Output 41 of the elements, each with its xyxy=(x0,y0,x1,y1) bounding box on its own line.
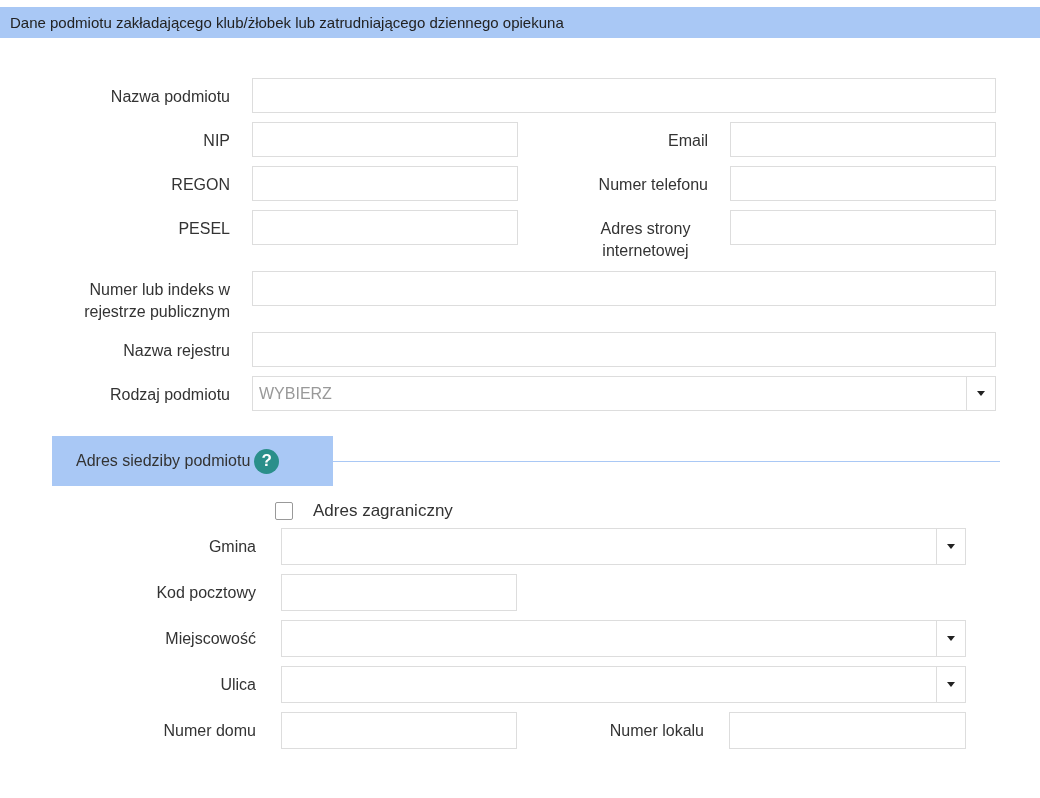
field-label: Adres strony internetowej xyxy=(599,219,692,261)
input-field[interactable] xyxy=(730,166,996,201)
field-label: Miejscowość xyxy=(165,629,256,649)
input-field[interactable] xyxy=(252,210,518,245)
input-field[interactable] xyxy=(252,271,996,306)
field-label: Numer lub indeks w rejestrze publicznym xyxy=(83,280,230,322)
input-field[interactable] xyxy=(729,712,966,749)
field-label: Nazwa rejestru xyxy=(123,341,230,361)
section-title: Dane podmiotu zakładającego klub/żłobek lub zatrudniającego dziennego opiekuna xyxy=(10,14,564,31)
input-field[interactable] xyxy=(281,712,517,749)
field-label: Nazwa podmiotu xyxy=(110,87,230,107)
dropdown-field[interactable] xyxy=(281,620,966,657)
field-label: Email xyxy=(668,131,708,151)
caret-icon xyxy=(947,636,955,641)
dropdown-field[interactable] xyxy=(281,528,966,565)
input-field[interactable] xyxy=(252,332,996,367)
field-label: Gmina xyxy=(208,537,256,557)
field-label: NIP xyxy=(203,131,230,151)
field-label: PESEL xyxy=(178,219,230,239)
field-label: Kod pocztowy xyxy=(156,583,256,603)
field-label: Rodzaj podmiotu xyxy=(109,385,230,405)
input-field[interactable] xyxy=(252,78,996,113)
help-icon[interactable]: ? xyxy=(254,448,280,474)
input-field[interactable] xyxy=(730,210,996,245)
input-field[interactable] xyxy=(252,166,518,201)
field-label: Numer telefonu xyxy=(598,175,708,195)
input-field[interactable] xyxy=(730,122,996,157)
field-label: Numer lokalu xyxy=(609,721,704,741)
subsection-title: Adres siedziby podmiotu xyxy=(76,452,251,470)
field-label: Numer domu xyxy=(163,721,256,741)
input-field[interactable] xyxy=(252,122,518,157)
caret-icon xyxy=(947,682,955,687)
input-field[interactable] xyxy=(281,574,517,611)
dropdown-field[interactable]: WYBIERZ xyxy=(252,376,996,411)
field-label: Ulica xyxy=(220,675,256,695)
caret-icon xyxy=(947,544,955,549)
caret-icon xyxy=(977,391,985,396)
checkbox-label[interactable]: Adres zagraniczny xyxy=(313,501,453,521)
checkbox[interactable] xyxy=(275,502,293,520)
dropdown-field[interactable] xyxy=(281,666,966,703)
field-label: REGON xyxy=(171,175,230,195)
